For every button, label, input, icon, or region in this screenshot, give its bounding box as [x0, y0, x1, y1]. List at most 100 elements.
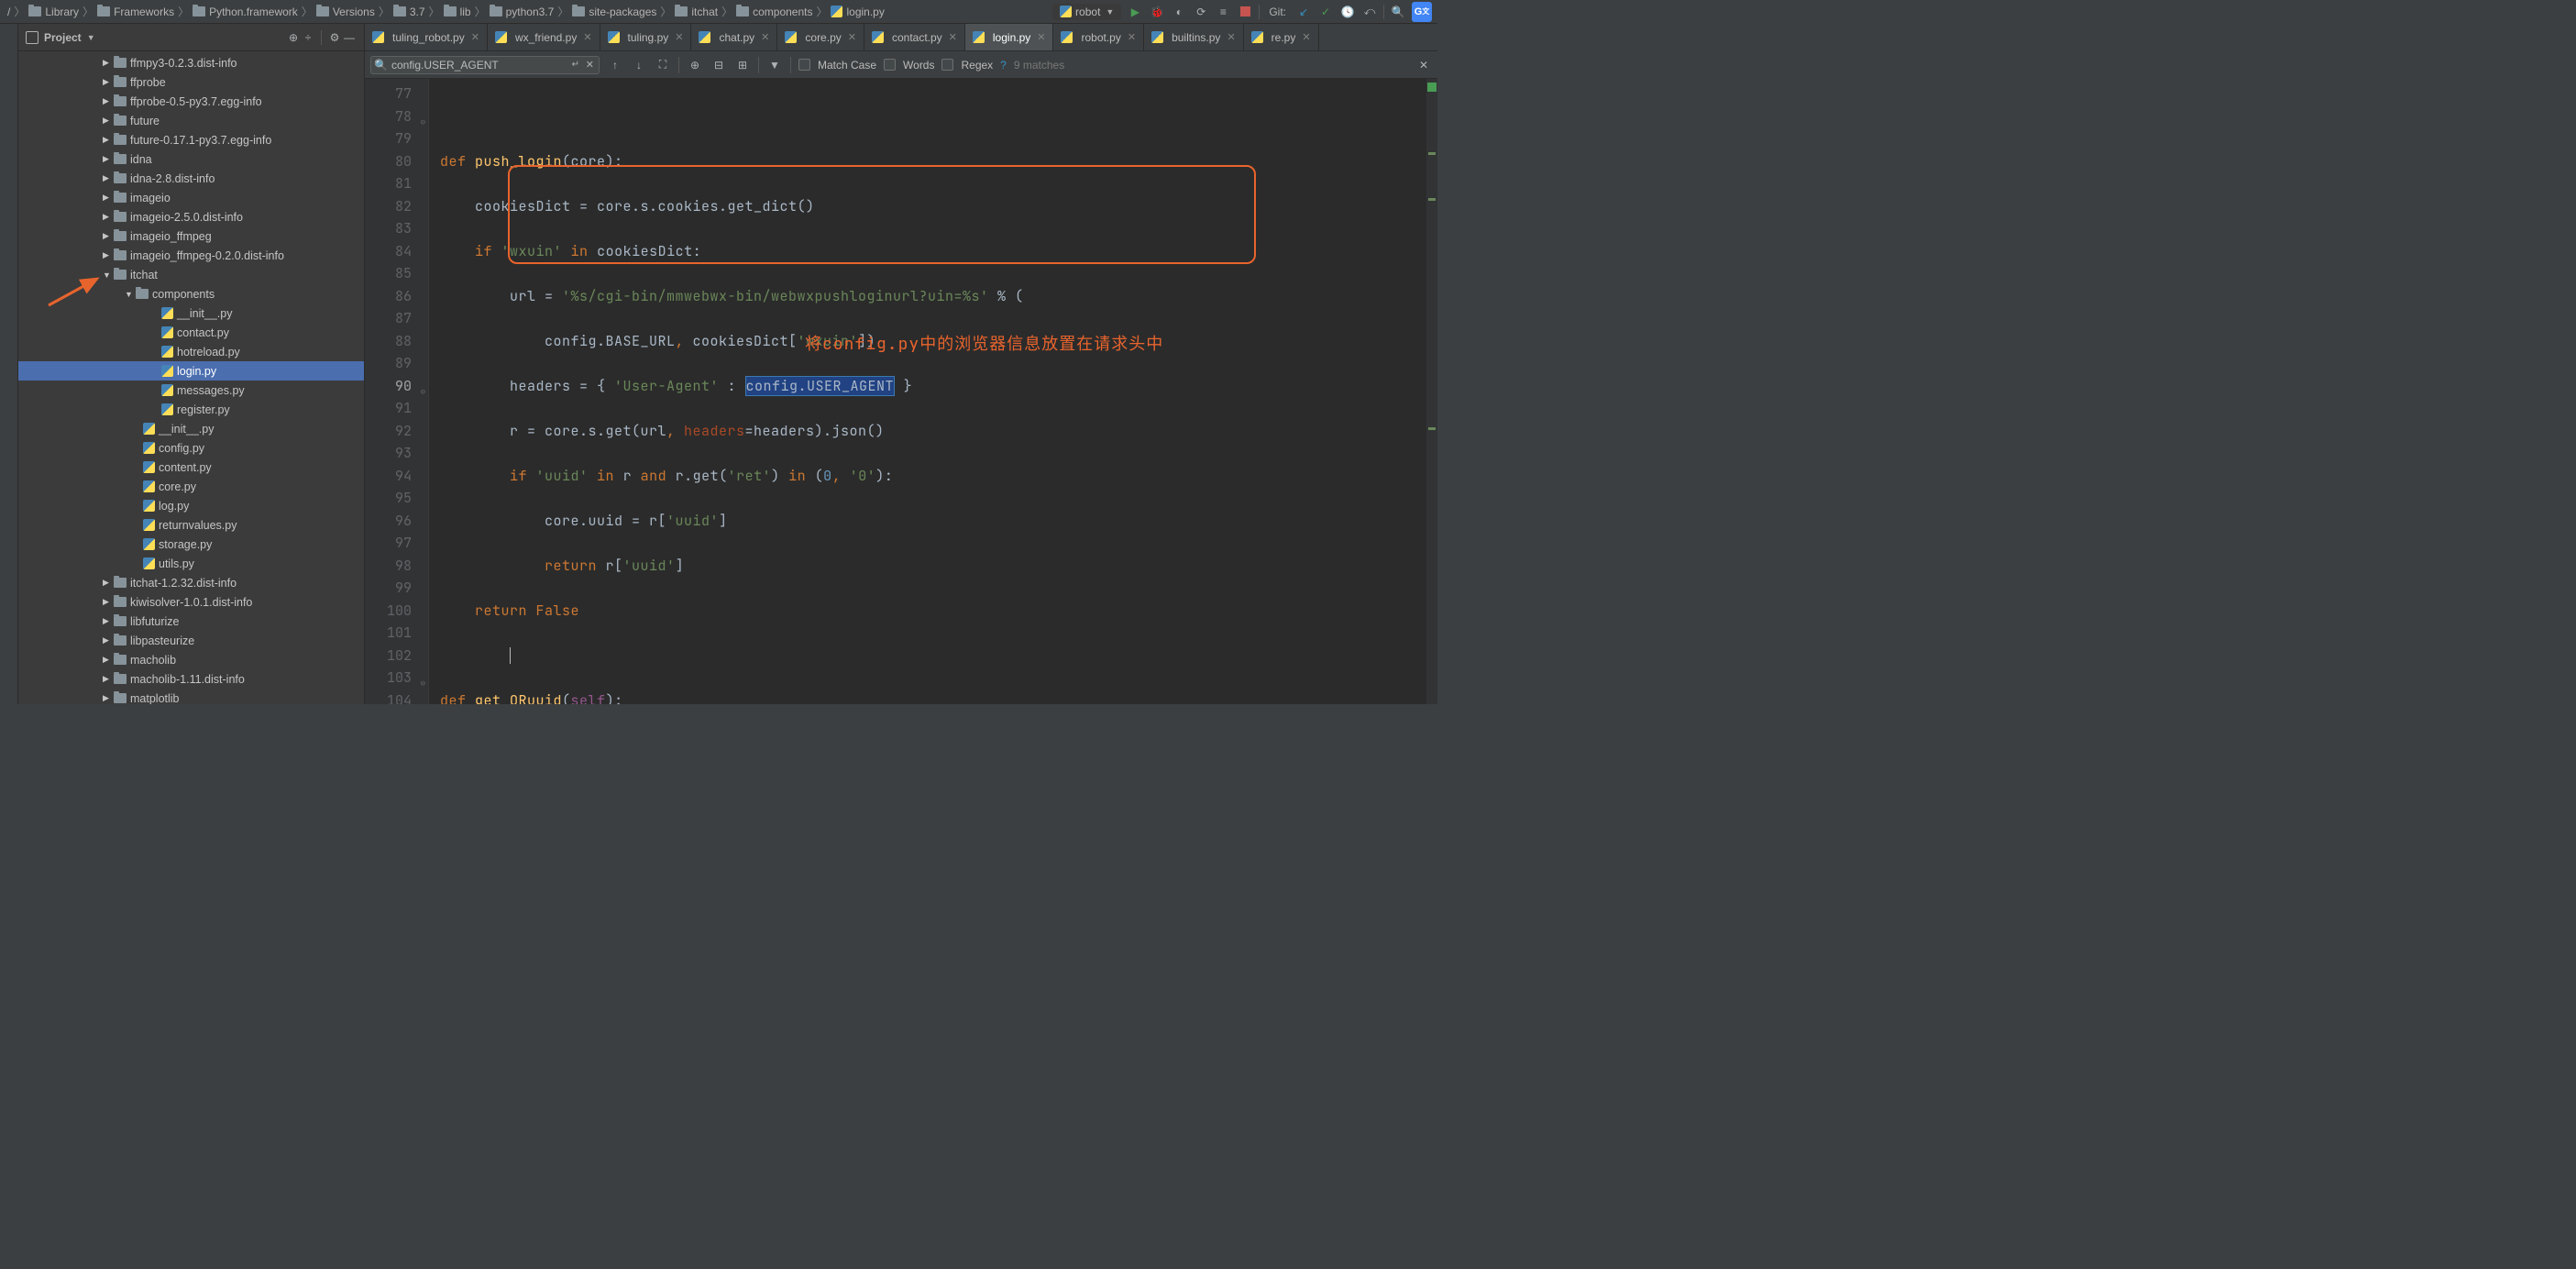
- code-content[interactable]: def push_login(core): cookiesDict = core…: [429, 79, 1437, 704]
- hide-icon[interactable]: —: [342, 30, 357, 45]
- select-occurrences-button[interactable]: ⊞: [734, 57, 751, 73]
- next-match-button[interactable]: ↓: [631, 57, 647, 73]
- fold-icon[interactable]: ⊖: [421, 672, 425, 695]
- tree-arrow-icon[interactable]: ▶: [103, 173, 112, 183]
- tree-item[interactable]: ▶libfuturize: [18, 612, 364, 631]
- tree-item[interactable]: hotreload.py: [18, 342, 364, 361]
- tree-item[interactable]: ▶kiwisolver-1.0.1.dist-info: [18, 592, 364, 612]
- filter-icon[interactable]: ▼: [766, 57, 783, 73]
- close-find-button[interactable]: ✕: [1415, 57, 1432, 73]
- project-title[interactable]: Project ▼: [26, 31, 95, 44]
- tree-item[interactable]: core.py: [18, 477, 364, 496]
- tree-item[interactable]: storage.py: [18, 535, 364, 554]
- close-tab-icon[interactable]: ✕: [1227, 31, 1235, 43]
- run-config-selector[interactable]: robot ▼: [1052, 4, 1121, 20]
- tree-arrow-icon[interactable]: ▶: [103, 655, 112, 665]
- tree-arrow-icon[interactable]: ▶: [103, 231, 112, 241]
- tree-item[interactable]: __init__.py: [18, 419, 364, 438]
- tree-arrow-icon[interactable]: ▶: [103, 135, 112, 145]
- editor-tab[interactable]: chat.py✕: [691, 24, 777, 50]
- fold-icon[interactable]: ⊖: [421, 111, 425, 134]
- tree-item[interactable]: ▶future: [18, 111, 364, 130]
- translate-badge[interactable]: G文: [1412, 2, 1432, 22]
- tree-arrow-icon[interactable]: ▶: [103, 58, 112, 68]
- tree-arrow-icon[interactable]: ▶: [103, 193, 112, 203]
- run-button[interactable]: ▶: [1127, 4, 1143, 20]
- breadcrumb-item[interactable]: components: [734, 6, 814, 18]
- editor-tab[interactable]: contact.py✕: [864, 24, 965, 50]
- editor-tab[interactable]: tuling.py✕: [600, 24, 692, 50]
- tree-item[interactable]: ▶imageio_ffmpeg-0.2.0.dist-info: [18, 246, 364, 265]
- tree-item[interactable]: ▶future-0.17.1-py3.7.egg-info: [18, 130, 364, 149]
- select-all-button[interactable]: ⛶: [655, 57, 671, 73]
- tree-arrow-icon[interactable]: ▼: [125, 290, 134, 299]
- tree-arrow-icon[interactable]: ▶: [103, 116, 112, 126]
- editor-tab[interactable]: tuling_robot.py✕: [365, 24, 488, 50]
- breadcrumb-item[interactable]: login.py: [829, 6, 886, 18]
- tree-item[interactable]: register.py: [18, 400, 364, 419]
- tree-item[interactable]: ▶macholib: [18, 650, 364, 669]
- words-checkbox[interactable]: [884, 59, 896, 71]
- tree-item[interactable]: ▶imageio_ffmpeg: [18, 226, 364, 246]
- expand-icon[interactable]: ÷: [301, 30, 315, 45]
- git-revert-button[interactable]: ⤺: [1361, 4, 1378, 20]
- close-tab-icon[interactable]: ✕: [1302, 31, 1310, 43]
- tree-item[interactable]: contact.py: [18, 323, 364, 342]
- tree-arrow-icon[interactable]: ▶: [103, 597, 112, 607]
- tree-item[interactable]: returnvalues.py: [18, 515, 364, 535]
- profile-button[interactable]: ⟳: [1193, 4, 1209, 20]
- breadcrumb-item[interactable]: lib: [442, 6, 473, 18]
- editor-tab[interactable]: re.py✕: [1244, 24, 1319, 50]
- tree-item[interactable]: ▶ffprobe: [18, 72, 364, 92]
- tree-item[interactable]: ▶ffprobe-0.5-py3.7.egg-info: [18, 92, 364, 111]
- breadcrumb-item[interactable]: Versions: [314, 6, 377, 18]
- breadcrumb-item[interactable]: itchat: [673, 6, 720, 18]
- run-coverage-button[interactable]: ◐: [1171, 4, 1187, 20]
- close-tab-icon[interactable]: ✕: [675, 31, 683, 43]
- tree-arrow-icon[interactable]: ▶: [103, 154, 112, 164]
- breadcrumb-item[interactable]: Python.framework: [191, 6, 300, 18]
- editor-tab[interactable]: login.py✕: [965, 24, 1054, 50]
- clear-icon[interactable]: ✕: [586, 59, 594, 71]
- tree-item[interactable]: ▶ffmpy3-0.2.3.dist-info: [18, 53, 364, 72]
- tree-item[interactable]: ▶idna: [18, 149, 364, 169]
- breadcrumb-item[interactable]: /: [6, 6, 12, 18]
- code-editor[interactable]: 7778⊖798081828384858687888990⊖9192939495…: [365, 79, 1437, 704]
- tree-item[interactable]: ▼components: [18, 284, 364, 303]
- concurrency-button[interactable]: ≡: [1215, 4, 1231, 20]
- tree-item[interactable]: login.py: [18, 361, 364, 381]
- settings-gear-icon[interactable]: ⚙: [327, 30, 342, 45]
- tree-item[interactable]: ▶imageio-2.5.0.dist-info: [18, 207, 364, 226]
- tree-arrow-icon[interactable]: ▶: [103, 212, 112, 222]
- tree-item[interactable]: config.py: [18, 438, 364, 458]
- tree-item[interactable]: ▶macholib-1.11.dist-info: [18, 669, 364, 689]
- tree-arrow-icon[interactable]: ▶: [103, 77, 112, 87]
- locate-icon[interactable]: ⊕: [286, 30, 301, 45]
- search-everywhere-button[interactable]: 🔍: [1390, 4, 1406, 20]
- breadcrumb-item[interactable]: Frameworks: [95, 6, 176, 18]
- editor-tab[interactable]: wx_friend.py✕: [488, 24, 600, 50]
- find-input[interactable]: [370, 56, 600, 74]
- close-tab-icon[interactable]: ✕: [848, 31, 856, 43]
- tree-arrow-icon[interactable]: ▶: [103, 96, 112, 106]
- fold-icon[interactable]: ⊖: [421, 381, 425, 403]
- marker-bar[interactable]: [1426, 79, 1437, 704]
- editor-tab[interactable]: core.py✕: [777, 24, 864, 50]
- close-tab-icon[interactable]: ✕: [471, 31, 479, 43]
- breadcrumb-item[interactable]: site-packages: [570, 6, 658, 18]
- tree-item[interactable]: ▶itchat-1.2.32.dist-info: [18, 573, 364, 592]
- tree-item[interactable]: ▶imageio: [18, 188, 364, 207]
- close-tab-icon[interactable]: ✕: [761, 31, 769, 43]
- tree-item[interactable]: content.py: [18, 458, 364, 477]
- close-tab-icon[interactable]: ✕: [949, 31, 957, 43]
- tree-item[interactable]: ▶matplotlib: [18, 689, 364, 704]
- editor-tab[interactable]: builtins.py✕: [1144, 24, 1244, 50]
- editor-tab[interactable]: robot.py✕: [1053, 24, 1144, 50]
- tree-item[interactable]: ▶idna-2.8.dist-info: [18, 169, 364, 188]
- tree-item[interactable]: log.py: [18, 496, 364, 515]
- breadcrumb-item[interactable]: 3.7: [391, 6, 427, 18]
- close-tab-icon[interactable]: ✕: [583, 31, 591, 43]
- tree-arrow-icon[interactable]: ▶: [103, 578, 112, 588]
- tree-item[interactable]: utils.py: [18, 554, 364, 573]
- breadcrumb-item[interactable]: Library: [27, 6, 81, 18]
